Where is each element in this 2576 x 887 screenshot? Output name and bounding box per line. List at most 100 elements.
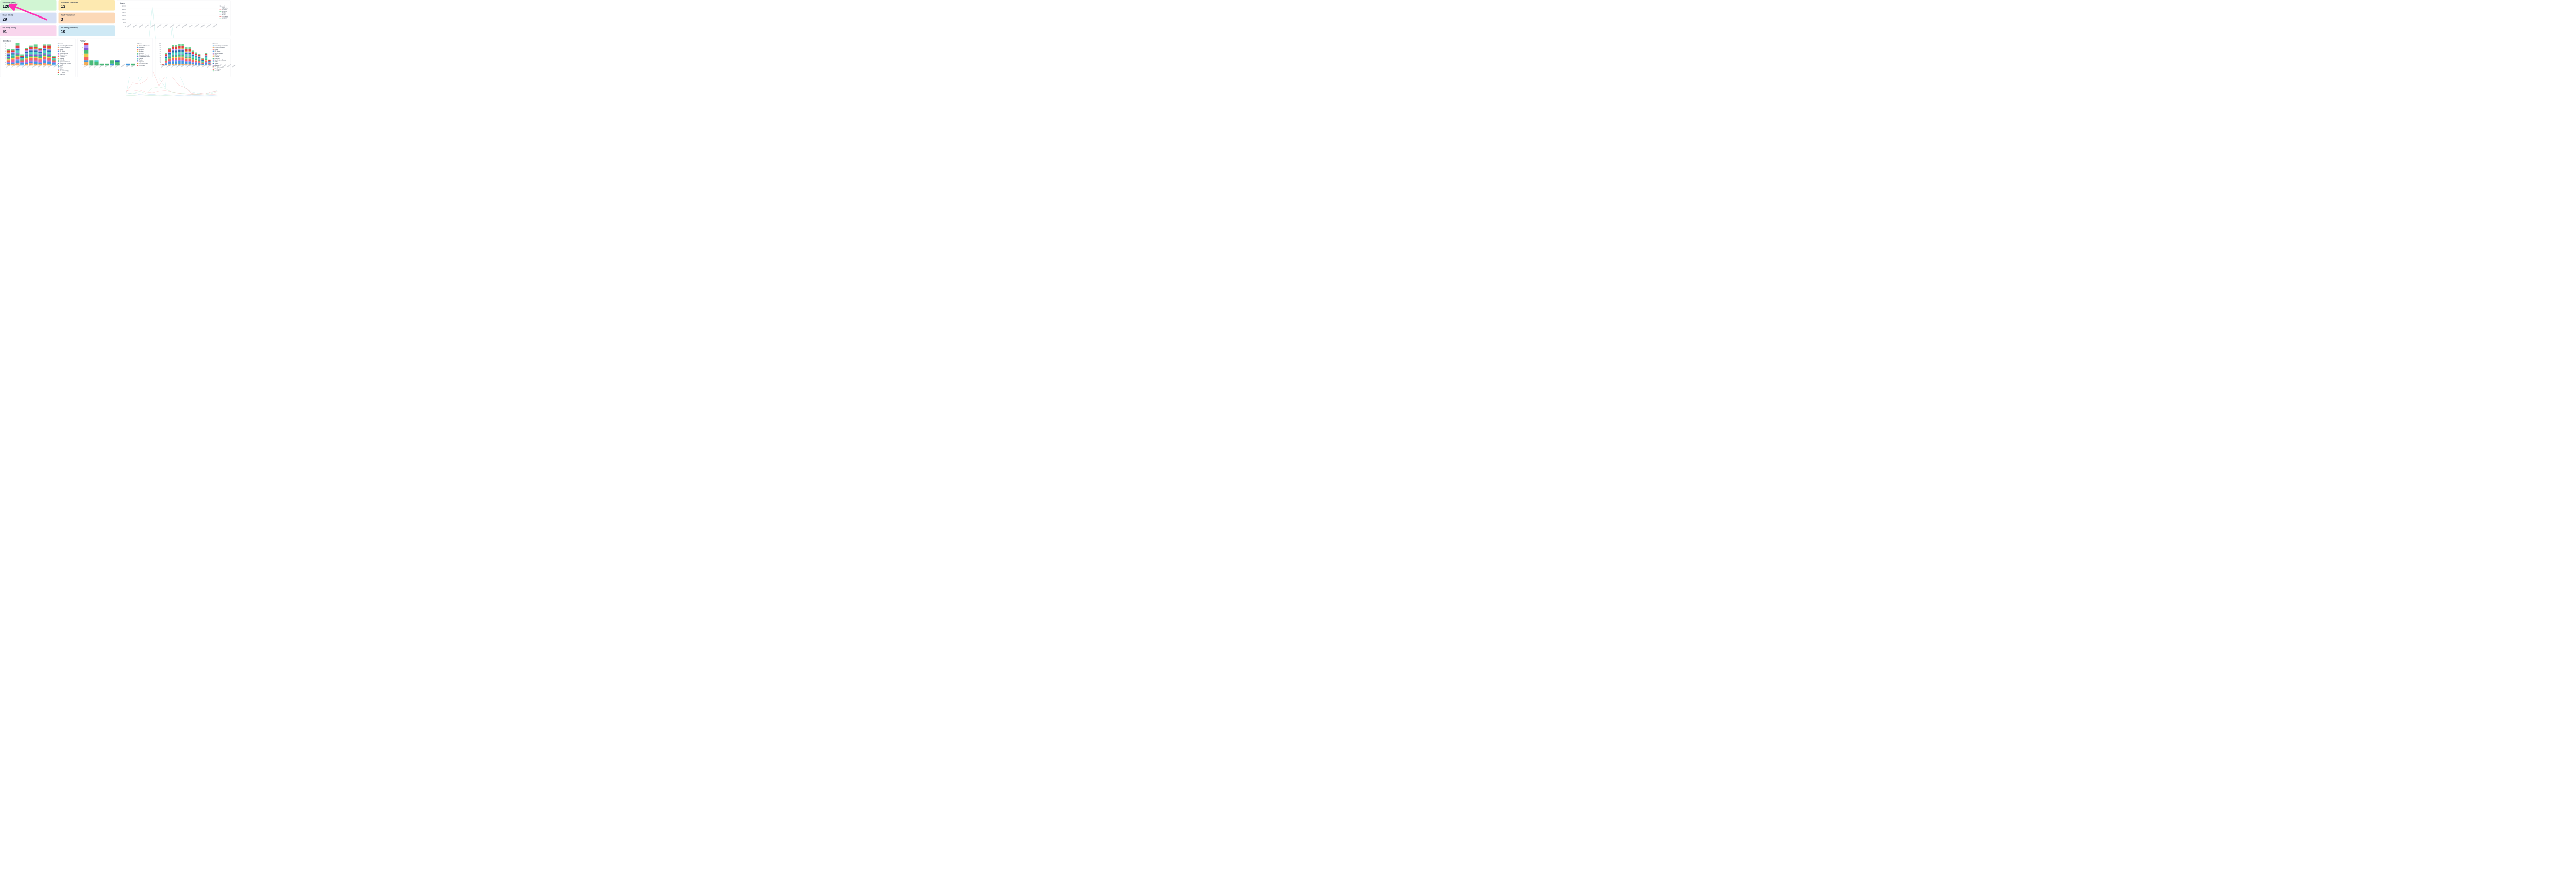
bar-column[interactable] [175,45,178,65]
bar-column[interactable] [84,43,88,65]
legend-item[interactable]: TikTok [219,12,228,14]
scheduled-legend: ChannelConsulting AcceleratorContent Aca… [58,43,73,75]
bar-column[interactable] [43,44,46,65]
legend-item[interactable]: IG Reels [58,56,73,57]
legend-item[interactable]: Kollege [58,58,73,59]
legend-item[interactable]: YT Community [137,63,150,64]
kpi-label: Scheduled (Tomorrow) [61,2,112,3]
ready-panel: Ready 1210864209/13/20239/14/20239/15/20… [77,38,152,77]
history-panel: 11010090807060504030201002/19/20233/5/20… [155,38,230,77]
kpi-card[interactable]: Ready (Week)29 [0,13,57,24]
legend-item[interactable]: Quantum Alumni [137,54,150,56]
legend-item[interactable]: Content Academy [58,47,73,48]
kpi-value: 91 [3,29,54,34]
bar-column[interactable] [201,58,204,66]
bar-column[interactable] [178,44,181,65]
legend-item[interactable]: YouTube [58,74,73,75]
legend-item[interactable]: LinkedIn [137,53,150,54]
legend-item[interactable]: Content Academy [213,47,228,48]
bar-segment [84,45,88,48]
legend-item[interactable]: Uplevel [137,61,150,63]
legend-item[interactable]: LinkedIn [58,59,73,61]
kpi-cards: Scheduled (Week)120Scheduled (Tomorrow)1… [0,0,115,36]
legend-item[interactable]: Email [58,49,73,50]
kpi-card[interactable]: Not Ready (Tomorrow)10 [59,25,115,36]
views-legend: ChannelFB ReelsIG ReelsLinkedInTikTokTwi… [219,5,228,30]
legend-item[interactable]: FB Reels [213,50,228,52]
legend-item[interactable]: IG Reels [137,49,150,50]
history-bars: 11010090807060504030201002/19/20233/5/20… [158,43,211,70]
legend-item[interactable]: YouTube [213,70,228,72]
legend-item[interactable]: FB Reels [219,7,228,9]
bar-column[interactable] [192,50,194,65]
kpi-value: 13 [61,4,112,9]
legend-item[interactable]: Synthesizer School [213,59,228,61]
legend-item[interactable]: Growth Works [213,53,228,54]
legend-item[interactable]: Consulting Accelerator [213,45,228,47]
legend-item[interactable]: Kollege [213,56,228,57]
legend-item[interactable]: YT Shorts [219,16,228,18]
legend-item[interactable]: YouTube [219,18,228,20]
bar-column[interactable] [34,44,38,65]
legend-item[interactable]: Twitter [137,59,150,61]
legend-item[interactable]: Growth Works [58,53,73,54]
kpi-label: Not Ready (Week) [3,27,54,29]
scheduled-panel: Scheduled 1816141210864209/13/20239/14/2… [0,38,75,77]
bar-column[interactable] [15,43,19,65]
kpi-card[interactable]: Scheduled (Week)120 [0,0,57,11]
scheduled-title: Scheduled [3,40,73,42]
views-plot: 3000025000200001500010000500002/19/20233… [120,5,218,30]
bar-column[interactable] [165,53,167,65]
legend-item[interactable]: Content Academy [137,45,150,47]
views-title: Views [120,2,228,4]
kpi-label: Ready (Week) [3,14,54,16]
legend-item[interactable]: Synthesizer School [137,56,150,57]
history-title [158,40,228,42]
kpi-label: Not Ready (Tomorrow) [61,27,112,29]
kpi-label: Ready (Tomorrow) [61,14,112,16]
kpi-label: Scheduled (Week) [3,2,54,3]
legend-item[interactable]: YT Shorts [213,68,228,70]
legend-item[interactable]: TikTok [137,58,150,59]
ready-legend: ChannelContent AcademyFB ReelsIG ReelsKo… [137,43,150,70]
legend-item[interactable]: Twitter [219,14,228,16]
kpi-value: 120 [3,4,54,9]
legend-item[interactable]: YT Shorts [137,65,150,66]
legend-item[interactable]: FB Reels [58,50,73,52]
legend-item[interactable]: Quantum Alumni [58,61,73,63]
bar-column[interactable] [185,47,188,65]
legend-item[interactable]: Hacker News [58,54,73,56]
legend-item[interactable]: YT Community [58,70,73,72]
bar-column[interactable] [11,49,15,65]
bar-segment [84,57,88,61]
kpi-card[interactable]: Scheduled (Tomorrow)13 [59,0,115,11]
legend-item[interactable]: FB Reels [137,47,150,48]
bar-column[interactable] [29,46,33,66]
legend-item[interactable]: TikTok [213,61,228,63]
bar-column[interactable] [7,49,10,65]
bar-column[interactable] [188,47,191,65]
legend-item[interactable]: YT Shorts [58,72,73,73]
legend-item[interactable]: IG Reels [213,54,228,56]
legend-item[interactable]: LinkedIn [213,58,228,59]
legend-item[interactable]: Kollege [137,50,150,52]
legend-item[interactable]: Consulting Accelerator [58,45,73,47]
legend-item[interactable]: Email [213,49,228,50]
bar-column[interactable] [181,44,184,65]
bar-column[interactable] [25,48,28,65]
kpi-value: 3 [61,17,112,22]
bar-column[interactable] [38,48,42,65]
bar-column[interactable] [47,44,51,65]
legend-item[interactable]: IG Reels [219,9,228,10]
bar-segment [84,54,88,57]
legend-item[interactable]: Synthesizer School [58,63,73,64]
kpi-value: 10 [61,29,112,34]
ready-bars: 1210864209/13/20239/14/20239/15/20239/16… [80,43,135,70]
kpi-value: 29 [3,17,54,22]
views-panel: Views 3000025000200001500010000500002/19… [117,0,230,36]
kpi-card[interactable]: Not Ready (Week)91 [0,25,57,36]
legend-item[interactable]: LinkedIn [219,11,228,12]
bar-column[interactable] [172,45,174,65]
bar-column[interactable] [168,48,171,65]
kpi-card[interactable]: Ready (Tomorrow)3 [59,13,115,24]
